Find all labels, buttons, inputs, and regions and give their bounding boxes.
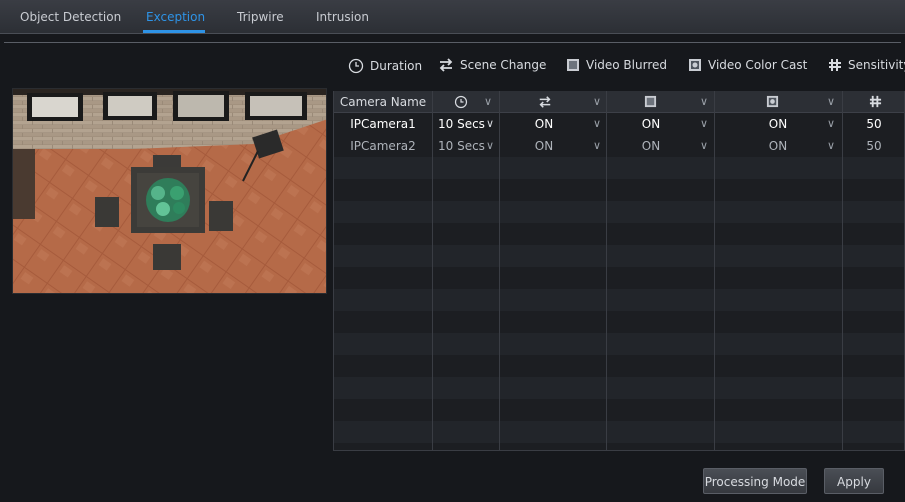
- chevron-down-icon[interactable]: ∨: [593, 135, 601, 157]
- table-header: Camera Name ∨ ∨ ∨ ∨: [334, 91, 904, 113]
- tab-bar: Object Detection Exception Tripwire Intr…: [0, 0, 905, 34]
- duration-select[interactable]: 10 Secs: [438, 135, 485, 157]
- apply-button[interactable]: Apply: [824, 468, 884, 494]
- tab-object-detection[interactable]: Object Detection: [20, 10, 121, 24]
- table-row[interactable]: IPCamera1 10 Secs ∨ ON ∨ ON ∨ ON ∨ 50: [334, 113, 904, 135]
- video-color-cast-select[interactable]: ON: [718, 135, 838, 157]
- duration-all-dropdown[interactable]: ∨: [484, 91, 492, 113]
- tab-tripwire[interactable]: Tripwire: [237, 10, 284, 24]
- processing-mode-button[interactable]: Processing Mode: [703, 468, 807, 494]
- clock-icon: [454, 95, 468, 109]
- divider: [4, 42, 901, 43]
- sensitivity-label: Sensitivity: [848, 58, 905, 72]
- scene-change-all-dropdown[interactable]: ∨: [593, 91, 601, 113]
- swap-arrows-icon: [439, 58, 453, 72]
- swap-arrows-icon: [539, 96, 551, 108]
- sensitivity-icon: [869, 95, 882, 108]
- duration-label: Duration: [370, 59, 423, 73]
- duration-select[interactable]: 10 Secs: [438, 113, 485, 135]
- video-blurred-all-dropdown[interactable]: ∨: [700, 91, 708, 113]
- tab-exception[interactable]: Exception: [146, 10, 205, 24]
- scene-change-select[interactable]: ON: [504, 113, 584, 135]
- chevron-down-icon[interactable]: ∨: [486, 113, 494, 135]
- scene-change-label: Scene Change: [460, 58, 547, 72]
- table-row[interactable]: IPCamera2 10 Secs ∨ ON ∨ ON ∨ ON ∨ 50: [334, 135, 904, 157]
- camera-name-cell: IPCamera2: [350, 139, 416, 153]
- video-blurred-select[interactable]: ON: [610, 113, 692, 135]
- blur-image-icon: [644, 95, 657, 108]
- sensitivity-value[interactable]: 50: [844, 113, 904, 135]
- chevron-down-icon[interactable]: ∨: [700, 113, 708, 135]
- chevron-down-icon[interactable]: ∨: [827, 135, 835, 157]
- active-tab-indicator: [143, 30, 205, 33]
- camera-preview: [12, 88, 327, 294]
- chevron-down-icon[interactable]: ∨: [700, 135, 708, 157]
- blur-image-icon: [567, 59, 579, 71]
- camera-table: Camera Name ∨ ∨ ∨ ∨ IPCamera1 10 Secs ∨ …: [333, 91, 905, 451]
- column-camera-name: Camera Name: [339, 95, 427, 109]
- color-cast-icon: [766, 95, 779, 108]
- video-color-cast-label: Video Color Cast: [708, 58, 808, 72]
- camera-name-cell: IPCamera1: [350, 117, 416, 131]
- option-sensitivity: Sensitivity: [828, 58, 905, 72]
- video-color-cast-select[interactable]: ON: [718, 113, 838, 135]
- option-scene-change: Scene Change: [438, 58, 546, 72]
- video-color-cast-all-dropdown[interactable]: ∨: [827, 91, 835, 113]
- tab-intrusion[interactable]: Intrusion: [316, 10, 369, 24]
- chevron-down-icon[interactable]: ∨: [486, 135, 494, 157]
- color-cast-icon: [689, 59, 701, 71]
- scene-change-select[interactable]: ON: [504, 135, 584, 157]
- video-blurred-select[interactable]: ON: [610, 135, 692, 157]
- sensitivity-icon: [829, 59, 841, 71]
- sensitivity-value[interactable]: 50: [844, 135, 904, 157]
- option-video-blurred: Video Blurred: [566, 58, 667, 72]
- option-duration: Duration: [348, 58, 422, 74]
- clock-icon: [348, 58, 364, 74]
- option-video-color-cast: Video Color Cast: [688, 58, 807, 72]
- chevron-down-icon[interactable]: ∨: [593, 113, 601, 135]
- video-blurred-label: Video Blurred: [586, 58, 667, 72]
- chevron-down-icon[interactable]: ∨: [827, 113, 835, 135]
